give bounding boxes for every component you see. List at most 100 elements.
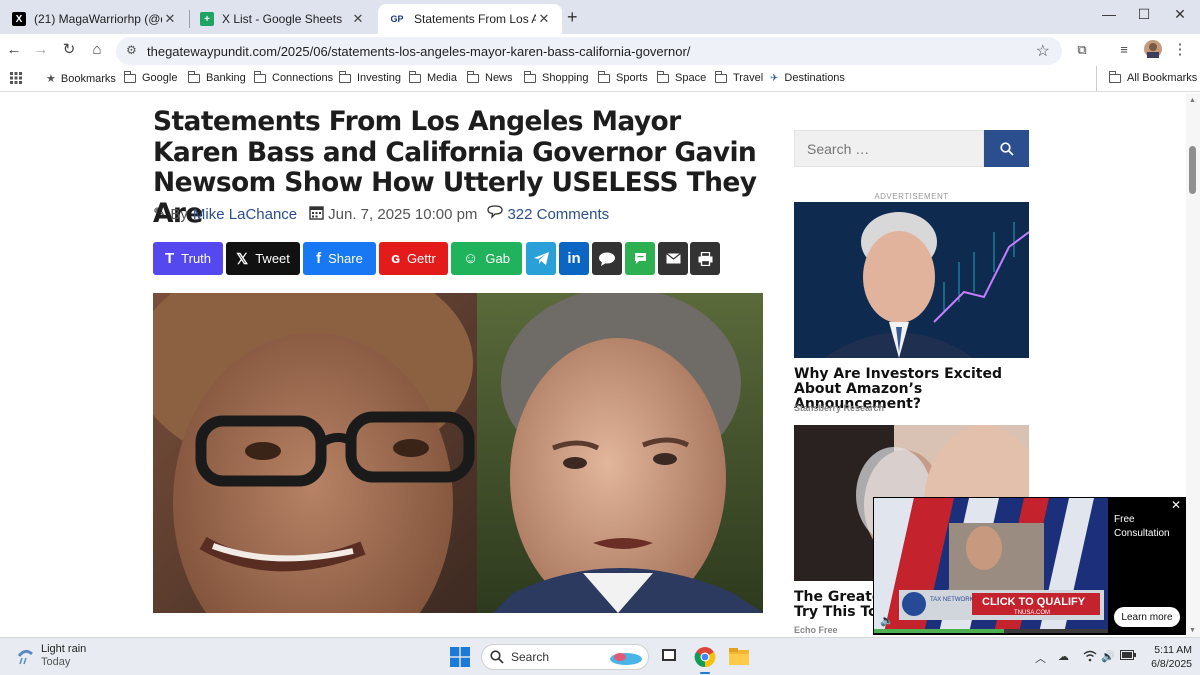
bookmark-folder[interactable]: Shopping <box>524 70 589 84</box>
comments-link[interactable]: 322 Comments <box>507 206 609 223</box>
volume-icon[interactable]: 🔊 <box>1101 650 1115 663</box>
x-logo-icon: X <box>12 12 26 26</box>
media-control-icon[interactable]: ≡ <box>1114 40 1134 60</box>
system-clock[interactable]: 5:11 AM 6/8/2025 <box>1140 643 1192 671</box>
ad-image-investor[interactable] <box>794 202 1029 358</box>
video-ad-overlay[interactable]: TAX NETWORK USA CLICK TO QUALIFY TNUSA.C… <box>873 497 1186 635</box>
site-info-icon[interactable]: ⚙ <box>126 43 137 57</box>
bookmark-folder[interactable]: Google <box>124 70 178 84</box>
scrollbar-thumb[interactable] <box>1189 146 1196 194</box>
bookmark-label: News <box>485 72 513 84</box>
weather-widget[interactable]: Light rain Today <box>15 643 86 669</box>
tray-overflow-icon[interactable]: ︿ <box>1035 650 1046 666</box>
share-email-button[interactable] <box>658 242 688 275</box>
url-text[interactable]: thegatewaypundit.com/2025/06/statements-… <box>147 44 690 59</box>
folder-icon <box>188 70 200 83</box>
scroll-up-icon[interactable]: ▲ <box>1189 97 1196 104</box>
linkedin-icon: in <box>567 250 581 267</box>
bookmark-folder[interactable]: News <box>467 70 513 84</box>
share-label: Share <box>328 251 363 266</box>
close-tab-icon[interactable]: ✕ <box>536 11 552 27</box>
profile-avatar[interactable] <box>1143 40 1163 60</box>
publish-date: Jun. 7, 2025 10:00 pm <box>328 205 478 223</box>
maximize-icon[interactable]: ☐ <box>1134 6 1154 23</box>
wifi-icon[interactable] <box>1083 650 1097 665</box>
bookmark-label: Investing <box>357 72 402 84</box>
scroll-down-icon[interactable]: ▼ <box>1189 627 1196 634</box>
bookmark-folder[interactable]: Connections <box>254 70 333 84</box>
tab-gateway-pundit[interactable]: GP Statements From Los Angeles M ✕ <box>378 4 562 34</box>
envelope-icon <box>665 253 681 264</box>
free-consultation-text: Free Consultation <box>1114 514 1170 539</box>
share-chat-button[interactable] <box>625 242 655 275</box>
forward-icon[interactable]: → <box>31 40 51 60</box>
share-truth-button[interactable]: T Truth <box>153 242 223 275</box>
chat-icon <box>634 253 646 264</box>
bookmark-folder[interactable]: Media <box>409 70 457 84</box>
close-tab-icon[interactable]: ✕ <box>350 11 366 27</box>
windows-start-icon[interactable] <box>450 647 472 669</box>
sidebar-search-field[interactable] <box>794 130 984 167</box>
share-facebook-button[interactable]: f Share <box>303 242 376 275</box>
apps-grid-icon[interactable] <box>10 72 22 84</box>
bookmark-label: Google <box>142 72 178 84</box>
share-print-button[interactable] <box>690 242 720 275</box>
share-telegram-button[interactable] <box>526 242 556 275</box>
file-explorer-icon[interactable] <box>728 646 750 668</box>
bookmark-destinations[interactable]: ✈ Destinations <box>770 72 845 84</box>
bookmark-folder[interactable]: Investing <box>339 70 402 84</box>
close-tab-icon[interactable]: ✕ <box>162 11 178 27</box>
window-close-icon[interactable]: ✕ <box>1170 6 1190 23</box>
share-gab-button[interactable]: ☺ Gab <box>451 242 522 275</box>
learn-more-button[interactable]: Learn more <box>1114 607 1180 627</box>
page-scrollbar[interactable]: ▲ ▼ <box>1186 93 1200 637</box>
battery-icon[interactable] <box>1120 650 1136 663</box>
tab-x-profile[interactable]: X (21) MagaWarriorhp (@dragonfi ✕ <box>2 4 188 34</box>
task-view-icon[interactable] <box>660 646 682 668</box>
bookmark-folder[interactable]: Banking <box>188 70 246 84</box>
back-icon[interactable]: ← <box>4 40 24 60</box>
bookmark-bookmarks[interactable]: ★ Bookmarks <box>46 72 116 86</box>
chrome-icon[interactable] <box>694 646 716 668</box>
folder-icon <box>467 70 479 83</box>
ad-source: Stansberry Research <box>794 403 885 413</box>
close-ad-icon[interactable]: ✕ <box>1171 498 1181 512</box>
tab-search-icon[interactable]: ⧉ <box>1072 40 1092 60</box>
search-button[interactable] <box>984 130 1029 167</box>
author-link[interactable]: Mike LaChance <box>193 206 297 223</box>
comments-icon <box>487 205 504 223</box>
onedrive-icon[interactable]: ☁ <box>1058 650 1069 663</box>
article-meta: ✎ By Mike LaChance Jun. 7, 2025 10:00 pm… <box>153 204 609 224</box>
bookmark-folder[interactable]: Space <box>657 70 706 84</box>
rain-cloud-icon <box>17 649 33 665</box>
calendar-icon <box>309 205 324 224</box>
new-tab-icon[interactable]: + <box>567 7 578 28</box>
search-input[interactable] <box>795 131 983 166</box>
home-icon[interactable]: ⌂ <box>87 40 107 60</box>
browser-menu-icon[interactable]: ⋮ <box>1170 40 1190 60</box>
minimize-icon[interactable]: — <box>1099 6 1119 22</box>
address-bar[interactable]: ⚙ thegatewaypundit.com/2025/06/statement… <box>116 37 1062 65</box>
all-bookmarks[interactable]: All Bookmarks <box>1109 70 1197 84</box>
tab-google-sheets[interactable]: + X List - Google Sheets ✕ <box>190 4 376 34</box>
bookmark-star-icon[interactable]: ☆ <box>1036 41 1050 61</box>
bookmark-label: Travel <box>733 72 764 84</box>
share-gettr-button[interactable]: ɢ Gettr <box>379 242 448 275</box>
video-frame[interactable]: TAX NETWORK USA CLICK TO QUALIFY TNUSA.C… <box>874 498 1108 633</box>
bookmark-folder[interactable]: Travel <box>715 70 764 84</box>
share-label: Gab <box>485 251 510 266</box>
bookmark-folder[interactable]: Sports <box>598 70 648 84</box>
share-label: Gettr <box>406 251 436 266</box>
message-bubble-icon <box>599 252 615 266</box>
share-linkedin-button[interactable]: in <box>559 242 589 275</box>
banner-cta: CLICK TO QUALIFY <box>982 596 1086 608</box>
ad-source: Echo Free <box>794 625 838 635</box>
facebook-icon: f <box>316 250 322 267</box>
reload-icon[interactable]: ↻ <box>59 40 79 60</box>
advertisement-label: ADVERTISEMENT <box>874 192 949 201</box>
taskbar-search[interactable]: Search <box>481 644 649 670</box>
bookmark-label: Destinations <box>784 72 845 84</box>
share-sms-button[interactable] <box>592 242 622 275</box>
share-tweet-button[interactable]: 𝕏 Tweet <box>226 242 300 275</box>
clock-time: 5:11 AM <box>1154 644 1192 656</box>
